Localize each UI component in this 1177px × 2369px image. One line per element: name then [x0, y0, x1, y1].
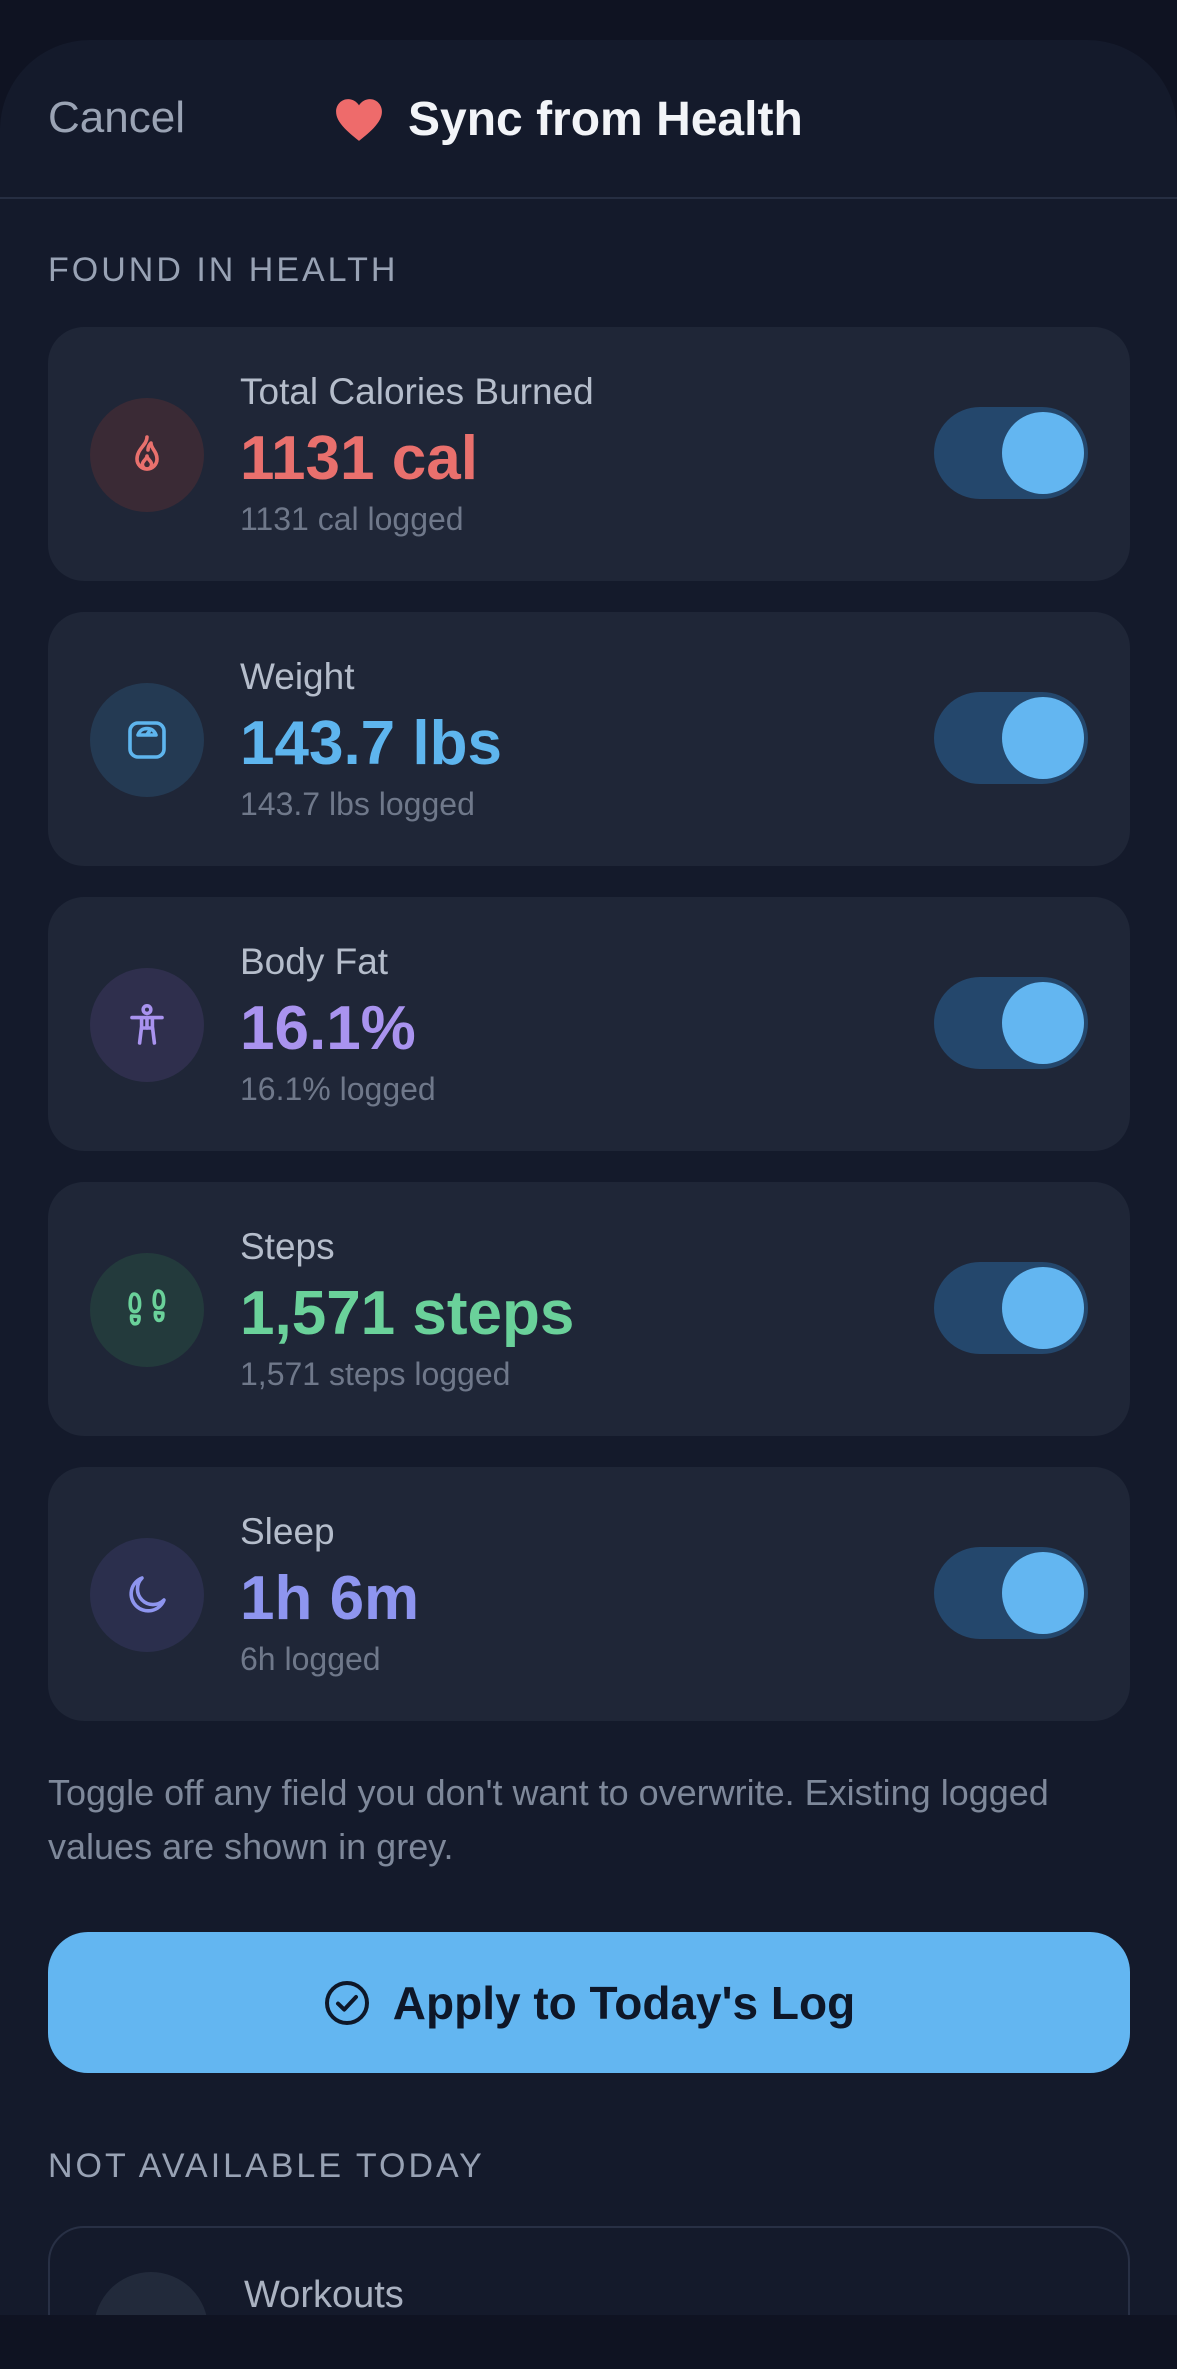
- toggle-weight[interactable]: [934, 692, 1088, 784]
- toggle-calories[interactable]: [934, 407, 1088, 499]
- metric-value: 143.7 lbs: [240, 709, 502, 778]
- metric-card-sleep: Sleep 1h 6m 6h logged: [48, 1467, 1130, 1721]
- apply-button-label: Apply to Today's Log: [392, 1976, 856, 2029]
- toggle-knob: [1002, 697, 1084, 779]
- metric-value: 1131 cal: [240, 424, 478, 493]
- apply-button[interactable]: Apply to Today's Log: [48, 1932, 1130, 2073]
- toggle-knob: [1002, 1552, 1084, 1634]
- unavailable-label: Workouts: [244, 2274, 404, 2316]
- toggle-knob: [1002, 412, 1084, 494]
- toggle-steps[interactable]: [934, 1262, 1088, 1354]
- overwrite-note: Toggle off any field you don't want to o…: [48, 1772, 1049, 1867]
- toggle-sleep[interactable]: [934, 1547, 1088, 1639]
- check-circle-icon: [324, 1980, 369, 2025]
- heart-icon: [336, 98, 382, 141]
- page-title: Sync from Health: [408, 93, 803, 146]
- metric-icon-wrap: [90, 683, 204, 797]
- section-label-found: FOUND IN HEALTH: [48, 251, 399, 289]
- toggle-knob: [1002, 982, 1084, 1064]
- metric-card-weight: Weight 143.7 lbs 143.7 lbs logged: [48, 612, 1130, 866]
- flame-icon: [135, 435, 159, 471]
- metric-logged: 6h logged: [240, 1641, 381, 1677]
- metric-card-body-fat: Body Fat 16.1% 16.1% logged: [48, 897, 1130, 1151]
- metric-label: Sleep: [240, 1511, 335, 1552]
- metric-card-calories: Total Calories Burned 1131 cal 1131 cal …: [48, 327, 1130, 581]
- metric-logged: 1,571 steps logged: [240, 1356, 511, 1392]
- sheet-header: Cancel Sync from Health: [0, 40, 1177, 199]
- metric-value: 1h 6m: [240, 1564, 420, 1633]
- cancel-button[interactable]: Cancel: [48, 93, 185, 143]
- metric-value: 16.1%: [240, 994, 416, 1063]
- title-group: Sync from Health: [334, 92, 803, 147]
- metric-icon-wrap: [90, 398, 204, 512]
- metric-icon-wrap: [90, 968, 204, 1082]
- scale-icon: [128, 721, 166, 759]
- footprints-icon: [128, 1289, 166, 1326]
- sync-sheet: Cancel Sync from Health FOUND IN HEALTH …: [0, 40, 1177, 2369]
- metric-label: Weight: [240, 656, 355, 697]
- metric-logged: 1131 cal logged: [240, 501, 464, 537]
- metric-card-steps: Steps 1,571 steps 1,571 steps logged: [48, 1182, 1130, 1436]
- metric-logged: 16.1% logged: [240, 1071, 436, 1107]
- metric-icon-wrap: [90, 1253, 204, 1367]
- metric-label: Steps: [240, 1226, 335, 1267]
- metric-icon-wrap: [90, 1538, 204, 1652]
- metric-label: Total Calories Burned: [240, 371, 594, 412]
- body-icon: [130, 1004, 164, 1045]
- metric-value: 1,571 steps: [240, 1279, 575, 1348]
- moon-icon: [129, 1576, 166, 1613]
- section-label-unavailable: NOT AVAILABLE TODAY: [48, 2147, 485, 2185]
- bottom-bar: [0, 2315, 1177, 2369]
- metric-label: Body Fat: [240, 941, 389, 982]
- metric-logged: 143.7 lbs logged: [240, 786, 475, 822]
- toggle-body-fat[interactable]: [934, 977, 1088, 1069]
- toggle-knob: [1002, 1267, 1084, 1349]
